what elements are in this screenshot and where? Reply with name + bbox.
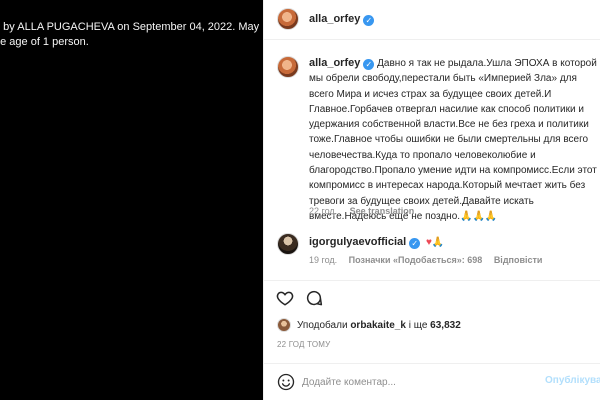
post-date[interactable]: 22 ГОД ТОМУ [277,340,330,349]
comment-pray-emoji: 🙏 [431,237,445,248]
liker-username[interactable]: orbakaite_k [350,320,406,331]
liker-avatar[interactable] [277,318,291,332]
verified-badge-icon: ✓ [363,15,375,26]
post-details-panel: alla_orfey ✓ alla_orfey ✓ Давно я так не р… [263,0,600,400]
comment-likes-count[interactable]: Позначки «Подобається»: 698 [349,255,483,265]
image-alt-text: o by ALLA PUGACHEVA on September 04, 202… [0,21,260,48]
smiley-icon[interactable] [277,373,295,391]
post-actions-bar [264,280,600,314]
comment-meta: 19 год. Позначки «Подобається»: 698 Відп… [309,255,551,265]
likes-middle: і ще [408,319,428,331]
comment-line: igorgulyaevofficial ✓ ♥🙏 [309,236,444,249]
caption-meta: 22 год. See translation [309,206,414,216]
caption-text: Давно я так не рыдала.Ушла ЭПОХА в котор… [309,58,597,222]
see-translation-link[interactable]: See translation [350,206,415,216]
commenter-avatar[interactable] [277,233,299,255]
comment-input[interactable] [302,373,532,391]
verified-badge-icon: ✓ [363,59,375,70]
likes-prefix: Уподобали [297,319,348,331]
heart-icon[interactable] [276,289,294,307]
comment-reply-button[interactable]: Відповісти [494,255,543,265]
author-avatar[interactable] [277,8,299,30]
caption: alla_orfey ✓ Давно я так не рыдала.Ушла Э… [309,56,600,224]
verified-badge-icon: ✓ [409,238,421,249]
caption-author-avatar[interactable] [277,56,299,78]
commenter-username[interactable]: igorgulyaevofficial [309,236,406,248]
comment-time[interactable]: 19 год. [309,255,337,265]
likes-summary: Уподобали orbakaite_k і ще 63,832 [277,318,461,332]
comment-form: Опублікувати [264,363,600,400]
post-header: alla_orfey ✓ [264,0,600,40]
comment-bubble-icon[interactable] [305,289,323,307]
caption-time[interactable]: 22 год. [309,206,337,216]
post-comment-button[interactable]: Опублікувати [545,375,600,386]
caption-author-username[interactable]: alla_orfey [309,57,360,69]
likes-count[interactable]: 63,832 [430,320,461,331]
post-image-panel: o by ALLA PUGACHEVA on September 04, 202… [0,0,263,400]
header-author-username[interactable]: alla_orfey ✓ [309,13,375,26]
